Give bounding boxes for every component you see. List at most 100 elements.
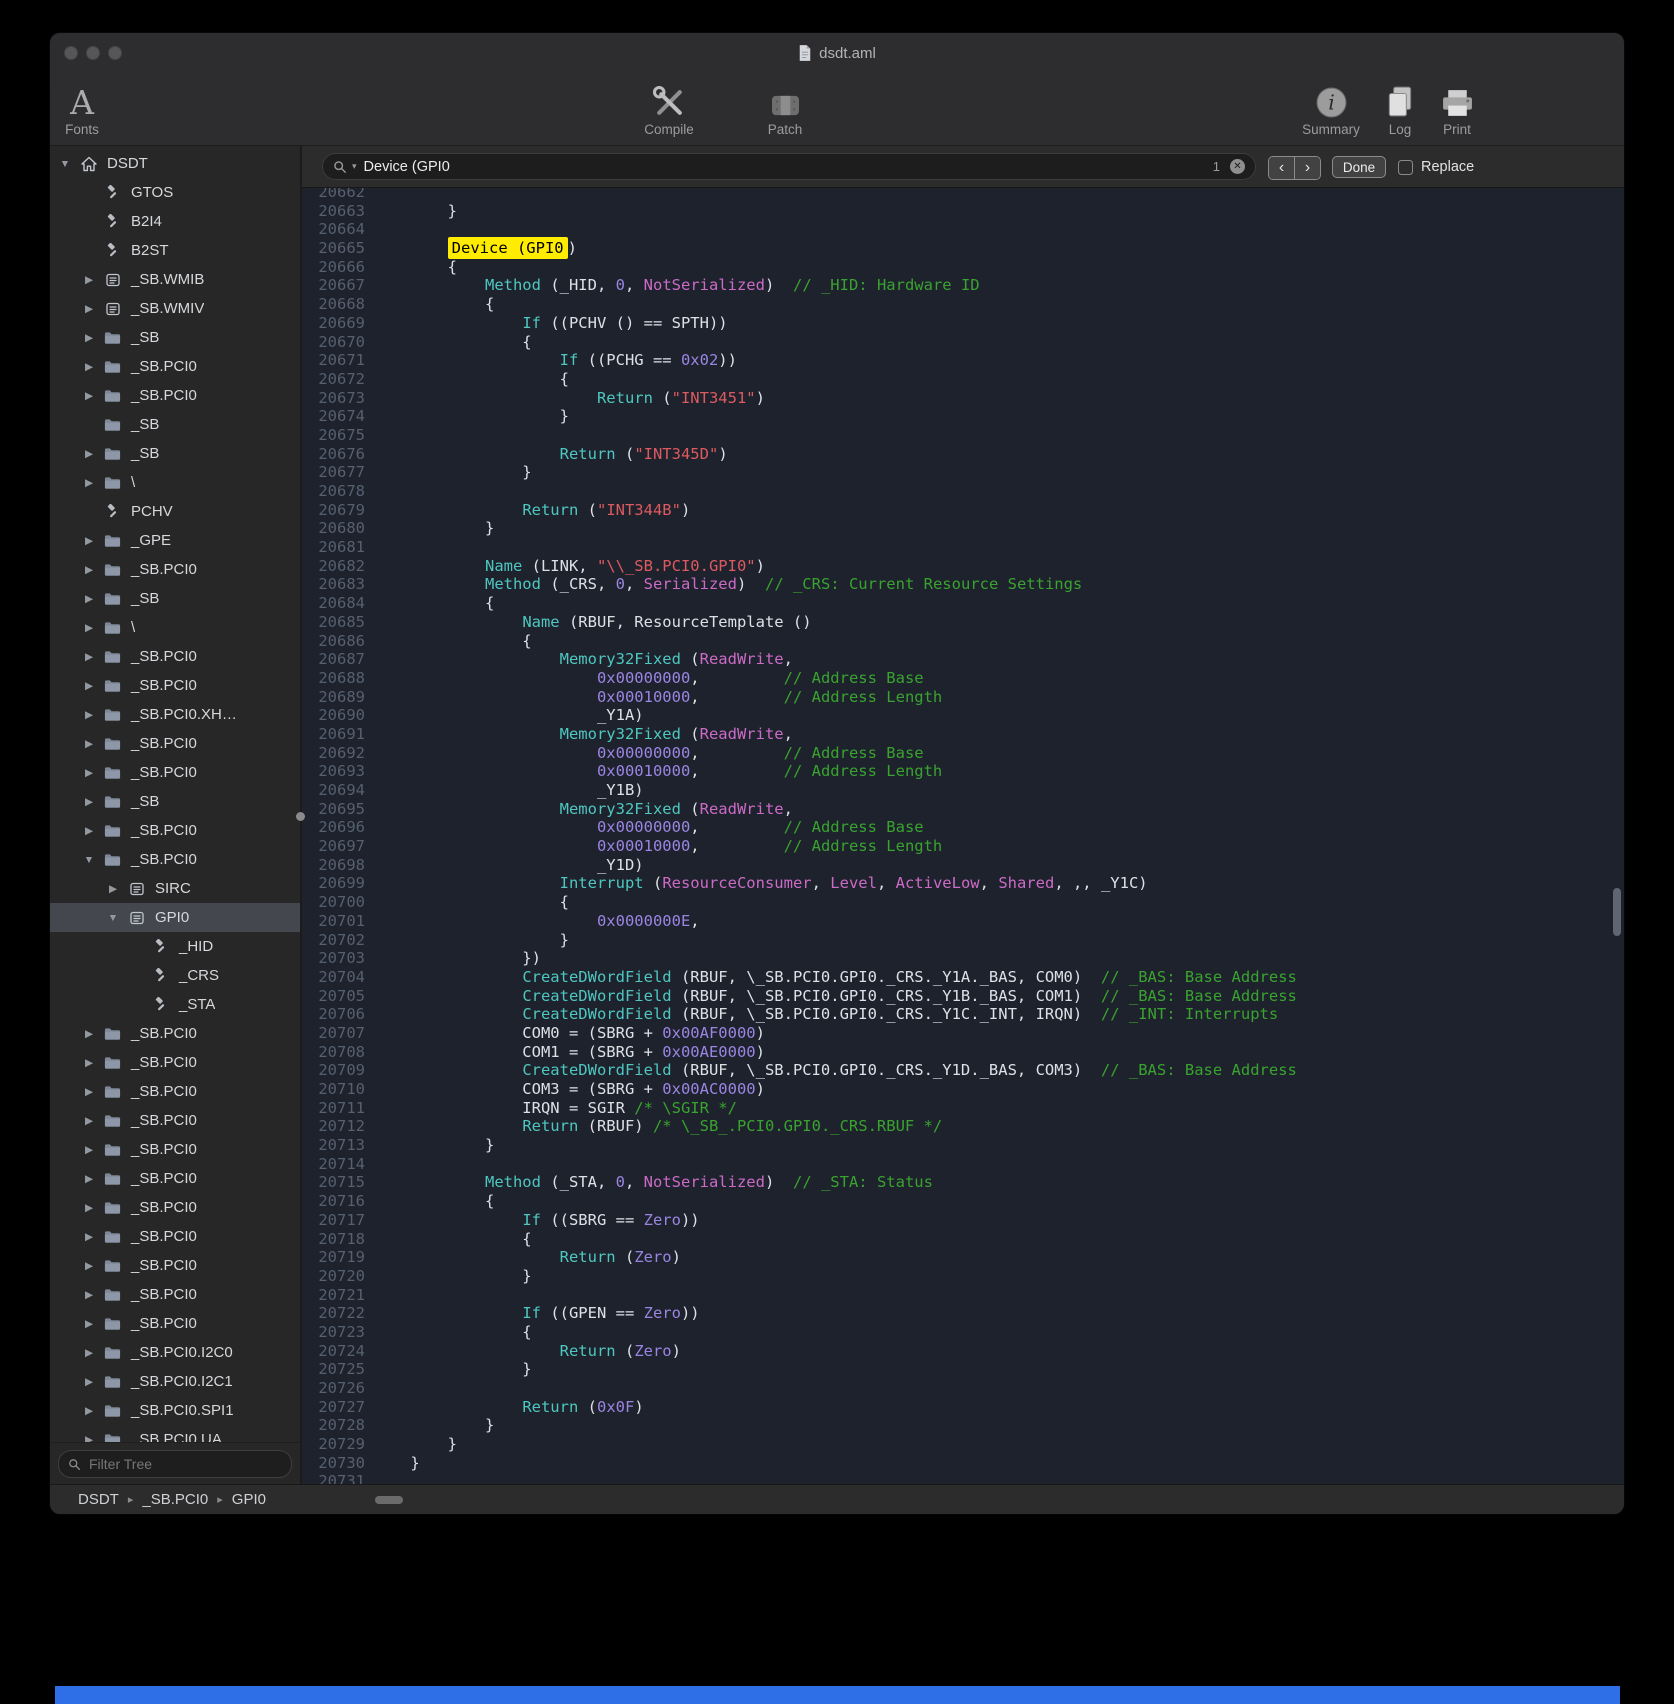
code-text[interactable]: { <box>373 1192 494 1211</box>
code-text[interactable]: Name (RBUF, ResourceTemplate () <box>373 613 812 632</box>
splitter-handle[interactable] <box>296 812 305 821</box>
code-text[interactable]: 0x00010000, // Address Length <box>373 762 942 781</box>
sidebar-item-sirc[interactable]: ▶SIRC <box>50 874 300 903</box>
code-text[interactable]: Return ("INT344B") <box>373 501 690 520</box>
code-text[interactable]: { <box>373 632 532 651</box>
sidebar-item-sb-pci0[interactable]: ▶_SB.PCI0 <box>50 1164 300 1193</box>
code-text[interactable]: Return (Zero) <box>373 1248 681 1267</box>
code-text[interactable]: } <box>373 1360 532 1379</box>
sidebar-item-sb-pci0[interactable]: ▶_SB.PCI0 <box>50 729 300 758</box>
disclosure-closed-icon[interactable]: ▶ <box>78 767 100 779</box>
disclosure-open-icon[interactable]: ▼ <box>102 912 124 924</box>
code-text[interactable]: Return ("INT345D") <box>373 445 728 464</box>
disclosure-open-icon[interactable]: ▼ <box>54 158 76 170</box>
sidebar-item-sb-pci0[interactable]: ▶_SB.PCI0 <box>50 352 300 381</box>
disclosure-closed-icon[interactable]: ▶ <box>78 564 100 576</box>
sidebar-item-sb-pci0[interactable]: ▶_SB.PCI0 <box>50 1193 300 1222</box>
disclosure-closed-icon[interactable]: ▶ <box>78 1057 100 1069</box>
disclosure-closed-icon[interactable]: ▶ <box>78 448 100 460</box>
code-text[interactable]: Return (RBUF) /* \_SB_.PCI0.GPI0._CRS.RB… <box>373 1117 942 1136</box>
sidebar-item-sb[interactable]: ▶_SB <box>50 584 300 613</box>
code-text[interactable]: 0x00000000, // Address Base <box>373 744 924 763</box>
code-text[interactable]: } <box>373 1435 457 1454</box>
code-text[interactable]: Return (0x0F) <box>373 1398 644 1417</box>
disclosure-closed-icon[interactable]: ▶ <box>78 738 100 750</box>
breadcrumb-item[interactable]: DSDT <box>78 1491 119 1508</box>
code-text[interactable]: } <box>373 202 457 221</box>
sidebar-item-b2i4[interactable]: B2I4 <box>50 207 300 236</box>
compile-button[interactable]: Compile <box>631 75 707 137</box>
code-text[interactable]: } <box>373 463 532 482</box>
titlebar[interactable]: dsdt.aml <box>50 33 1624 73</box>
breadcrumb-item[interactable]: _SB.PCI0 <box>142 1491 208 1508</box>
sidebar-item-sb-pci0[interactable]: ▶_SB.PCI0 <box>50 1048 300 1077</box>
code-text[interactable]: { <box>373 1323 532 1342</box>
code-text[interactable]: Memory32Fixed (ReadWrite, <box>373 800 793 819</box>
sidebar-item-gpe[interactable]: ▶_GPE <box>50 526 300 555</box>
disclosure-closed-icon[interactable]: ▶ <box>78 1434 100 1443</box>
code-text[interactable]: { <box>373 295 494 314</box>
sidebar-item-sb-pci0[interactable]: ▶_SB.PCI0 <box>50 381 300 410</box>
sidebar-item-sb-pci0-ua[interactable]: ▶_SB.PCI0.UA… <box>50 1425 300 1442</box>
vertical-scrollbar-thumb[interactable] <box>1613 888 1621 936</box>
code-text[interactable]: { <box>373 594 494 613</box>
disclosure-closed-icon[interactable]: ▶ <box>78 303 100 315</box>
print-button[interactable]: Print <box>1419 75 1495 137</box>
disclosure-closed-icon[interactable]: ▶ <box>78 535 100 547</box>
sidebar-item-sb-pci0[interactable]: ▶_SB.PCI0 <box>50 555 300 584</box>
disclosure-closed-icon[interactable]: ▶ <box>78 332 100 344</box>
search-field[interactable]: ▾ 1 ✕ <box>322 153 1256 180</box>
disclosure-closed-icon[interactable]: ▶ <box>78 390 100 402</box>
sidebar-item-dsdt[interactable]: ▼DSDT <box>50 149 300 178</box>
sidebar-item-hid[interactable]: _HID <box>50 932 300 961</box>
code-text[interactable]: } <box>373 407 569 426</box>
sidebar-item-sb-pci0[interactable]: ▶_SB.PCI0 <box>50 671 300 700</box>
sidebar-item-b2st[interactable]: B2ST <box>50 236 300 265</box>
sidebar-item-sb-pci0[interactable]: ▶_SB.PCI0 <box>50 1280 300 1309</box>
code-text[interactable]: Return (Zero) <box>373 1342 681 1361</box>
code-text[interactable]: { <box>373 333 532 352</box>
disclosure-closed-icon[interactable]: ▶ <box>78 680 100 692</box>
code-text[interactable]: Method (_STA, 0, NotSerialized) // _STA:… <box>373 1173 933 1192</box>
find-next-button[interactable]: › <box>1294 157 1320 179</box>
disclosure-closed-icon[interactable]: ▶ <box>78 796 100 808</box>
code-text[interactable]: Method (_CRS, 0, Serialized) // _CRS: Cu… <box>373 575 1082 594</box>
code-text[interactable]: CreateDWordField (RBUF, \_SB.PCI0.GPI0._… <box>373 1005 1278 1024</box>
sidebar-item-sb[interactable]: ▶_SB <box>50 439 300 468</box>
code-text[interactable]: CreateDWordField (RBUF, \_SB.PCI0.GPI0._… <box>373 987 1297 1006</box>
code-text[interactable]: } <box>373 1136 494 1155</box>
code-text[interactable]: { <box>373 370 569 389</box>
disclosure-closed-icon[interactable]: ▶ <box>102 883 124 895</box>
code-text[interactable]: Device (GPI0) <box>373 239 577 258</box>
sidebar-item-[interactable]: ▶\ <box>50 613 300 642</box>
sidebar-item-sb-pci0[interactable]: ▶_SB.PCI0 <box>50 758 300 787</box>
code-text[interactable]: 0x0000000E, <box>373 912 700 931</box>
sidebar-item-pchv[interactable]: PCHV <box>50 497 300 526</box>
sidebar-item-sb[interactable]: _SB <box>50 410 300 439</box>
sidebar-item-sb-pci0[interactable]: ▶_SB.PCI0 <box>50 1106 300 1135</box>
code-text[interactable]: { <box>373 893 569 912</box>
clear-search-icon[interactable]: ✕ <box>1230 159 1245 174</box>
done-button[interactable]: Done <box>1332 156 1386 178</box>
disclosure-closed-icon[interactable]: ▶ <box>78 1376 100 1388</box>
code-text[interactable]: Name (LINK, "\\_SB.PCI0.GPI0") <box>373 557 765 576</box>
fonts-button[interactable]: A Fonts <box>50 75 120 137</box>
code-text[interactable]: Return ("INT3451") <box>373 389 765 408</box>
horizontal-scrollbar-thumb[interactable] <box>375 1496 403 1504</box>
sidebar-item-gpi0[interactable]: ▼GPI0 <box>50 903 300 932</box>
sidebar-item-sb-pci0[interactable]: ▶_SB.PCI0 <box>50 1019 300 1048</box>
disclosure-closed-icon[interactable]: ▶ <box>78 1347 100 1359</box>
sidebar-item-[interactable]: ▶\ <box>50 468 300 497</box>
disclosure-closed-icon[interactable]: ▶ <box>78 1405 100 1417</box>
code-text[interactable]: CreateDWordField (RBUF, \_SB.PCI0.GPI0._… <box>373 1061 1297 1080</box>
disclosure-closed-icon[interactable]: ▶ <box>78 1173 100 1185</box>
code-text[interactable]: COM3 = (SBRG + 0x00AC0000) <box>373 1080 765 1099</box>
search-icon[interactable] <box>333 160 347 174</box>
code-text[interactable]: _Y1B) <box>373 781 644 800</box>
code-text[interactable]: COM1 = (SBRG + 0x00AE0000) <box>373 1043 765 1062</box>
sidebar-item-sb[interactable]: ▶_SB <box>50 323 300 352</box>
sidebar-item-sb-pci0[interactable]: ▶_SB.PCI0 <box>50 1251 300 1280</box>
sidebar-item-sb-pci0-i2c1[interactable]: ▶_SB.PCI0.I2C1 <box>50 1367 300 1396</box>
sidebar-item-sb-pci0-xh[interactable]: ▶_SB.PCI0.XH… <box>50 700 300 729</box>
sidebar-item-sb-pci0[interactable]: ▶_SB.PCI0 <box>50 642 300 671</box>
